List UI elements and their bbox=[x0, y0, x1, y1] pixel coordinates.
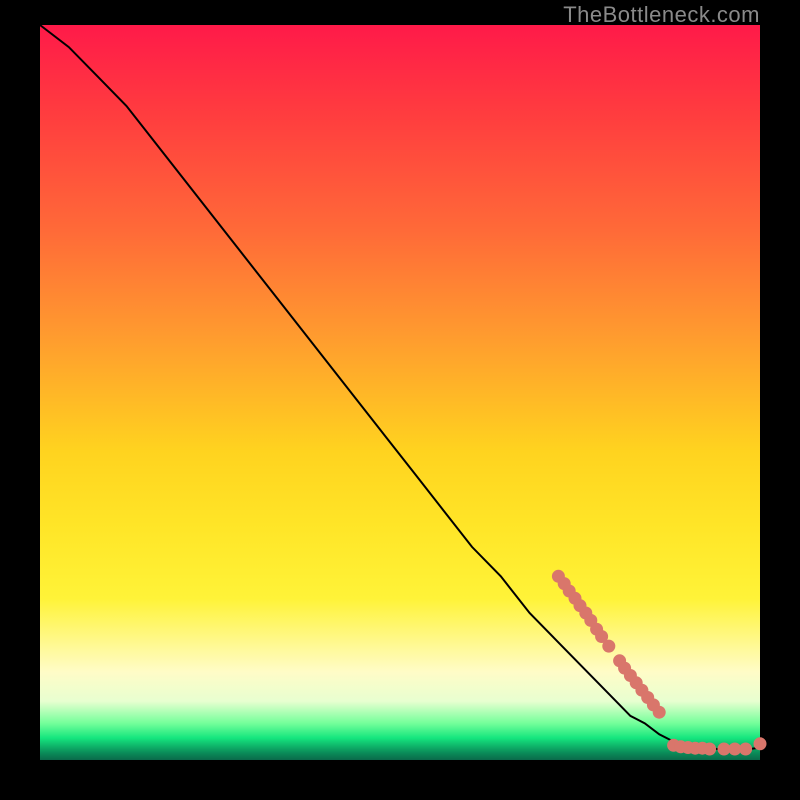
curve-line bbox=[40, 25, 760, 750]
data-marker bbox=[739, 743, 752, 756]
data-marker bbox=[754, 737, 767, 750]
outer-frame: TheBottleneck.com bbox=[0, 0, 800, 800]
chart-overlay bbox=[40, 25, 760, 760]
data-marker bbox=[703, 743, 716, 756]
data-marker bbox=[653, 706, 666, 719]
marker-group bbox=[552, 570, 767, 756]
data-marker bbox=[602, 640, 615, 653]
